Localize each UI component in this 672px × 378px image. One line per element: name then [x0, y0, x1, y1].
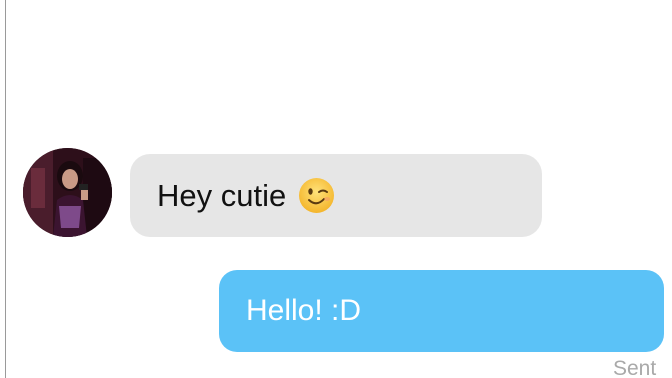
avatar-photo	[23, 148, 112, 237]
outgoing-message-text: Hello! :D	[246, 294, 362, 327]
incoming-message-text: Hey cutie	[157, 178, 287, 213]
chat-thread: Hey cutie Hello! :D Sent	[0, 0, 672, 378]
delivery-status: Sent	[613, 357, 657, 378]
outgoing-message-bubble[interactable]: Hello! :D	[219, 270, 664, 352]
winking-face-icon	[298, 177, 335, 214]
divider	[5, 0, 6, 378]
incoming-message-bubble[interactable]: Hey cutie	[130, 154, 542, 237]
avatar[interactable]	[23, 148, 112, 237]
